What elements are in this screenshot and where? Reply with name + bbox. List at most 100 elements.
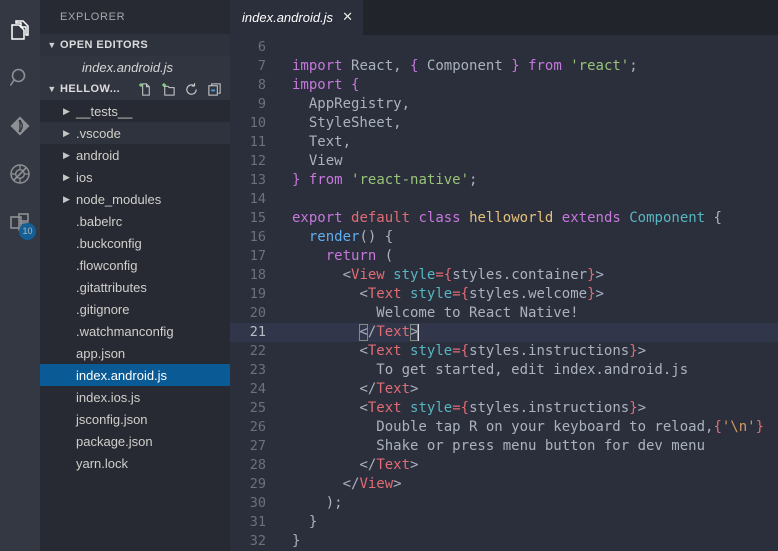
line-number: 30 [230,494,278,513]
code-token: { [461,343,469,359]
new-file-icon[interactable] [137,81,153,97]
code-token: } [309,514,317,530]
code-token: { [461,400,469,416]
code-line-content: </Text> [278,323,778,342]
code-token [402,286,410,302]
activity-item-extensions[interactable]: 10 [0,198,40,246]
tree-item[interactable]: ▶.buckconfig [40,232,230,254]
code-line: 25 <Text style={styles.instructions}> [230,399,778,418]
code-line: 12 View [230,152,778,171]
code-line: 18 <View style={styles.container}> [230,266,778,285]
code-line: 23 To get started, edit index.android.js [230,361,778,380]
code-token: } [629,400,637,416]
tree-item[interactable]: ▶jsconfig.json [40,408,230,430]
code-editor[interactable]: 67import React, { Component } from 'reac… [230,35,778,551]
code-line-content: Text, [278,133,778,152]
chevron-right-icon: ▶ [58,194,75,205]
section-open-editors-label: OPEN EDITORS [60,39,148,51]
code-token: style [410,400,452,416]
editor-area: index.android.js ✕ 67import React, { Com… [230,0,778,551]
tree-item[interactable]: ▶app.json [40,342,230,364]
code-token: { [714,210,722,226]
tree-item[interactable]: ▶android [40,144,230,166]
tree-item[interactable]: ▶.vscode [40,122,230,144]
editor-tabs: index.android.js ✕ [230,0,778,35]
new-folder-icon[interactable] [160,81,176,97]
close-icon[interactable]: ✕ [342,11,353,24]
code-token: = [452,343,460,359]
tree-item[interactable]: ▶ios [40,166,230,188]
tree-item-label: node_modules [75,192,161,207]
tree-item-indent: ▶ [58,458,75,469]
refresh-icon[interactable] [183,81,199,97]
code-line-content: } [278,532,778,551]
code-token: from [528,58,562,74]
tree-item[interactable]: ▶.watchmanconfig [40,320,230,342]
tree-item-label: .vscode [75,126,121,141]
vscode-window: 10 EXPLORER ▼ OPEN EDITORS index.android… [0,0,778,551]
code-token [385,267,393,283]
code-token [292,324,359,340]
code-token: extends [562,210,621,226]
tree-item-indent: ▶ [58,260,75,271]
tree-item[interactable]: ▶index.android.js [40,364,230,386]
code-token: Component [427,58,503,74]
tree-item[interactable]: ▶.flowconfig [40,254,230,276]
code-line-content: } from 'react-native'; [278,171,778,190]
code-line: 32} [230,532,778,551]
tree-item[interactable]: ▶.gitattributes [40,276,230,298]
tab-label: index.android.js [242,10,333,25]
code-line: 30 ); [230,494,778,513]
code-token [503,58,511,74]
activity-item-search[interactable] [0,54,40,102]
tree-item[interactable]: ▶index.ios.js [40,386,230,408]
tree-item-indent: ▶ [58,348,75,359]
code-token: { [351,77,359,93]
code-token [343,58,351,74]
open-editor-item[interactable]: index.android.js [40,56,230,78]
tab-index-android-js[interactable]: index.android.js ✕ [230,0,364,35]
code-token: ( [385,248,393,264]
code-line: 11 Text, [230,133,778,152]
code-token [292,400,359,416]
code-token: render [309,229,360,245]
section-workspace[interactable]: ▼ HELLOW... [40,78,230,100]
tree-item[interactable]: ▶.babelrc [40,210,230,232]
code-token: styles.instructions [469,343,629,359]
code-token: , [343,134,351,150]
tree-item[interactable]: ▶.gitignore [40,298,230,320]
activity-item-debug[interactable] [0,150,40,198]
code-token: styles.container [452,267,587,283]
chevron-right-icon: ▶ [58,128,75,139]
tree-item[interactable]: ▶package.json [40,430,230,452]
tree-item-label: index.android.js [75,368,167,383]
tree-item[interactable]: ▶__tests__ [40,100,230,122]
chevron-right-icon: ▶ [58,150,75,161]
code-line: 24 </Text> [230,380,778,399]
collapse-all-icon[interactable] [206,81,222,97]
line-number: 26 [230,418,278,437]
tree-item-label: .gitattributes [75,280,147,295]
tree-item-label: android [75,148,119,163]
tree-item[interactable]: ▶yarn.lock [40,452,230,474]
code-line-content: render() { [278,228,778,247]
code-token [376,248,384,264]
code-line-content: <Text style={styles.instructions}> [278,399,778,418]
line-number: 23 [230,361,278,380]
section-open-editors[interactable]: ▼ OPEN EDITORS [40,34,230,56]
tree-item[interactable]: ▶node_modules [40,188,230,210]
text-cursor [418,324,419,341]
line-number: 29 [230,475,278,494]
tree-item-indent: ▶ [58,282,75,293]
code-token [292,153,309,169]
activity-item-explorer[interactable] [0,6,40,54]
line-number: 7 [230,57,278,76]
line-number: 31 [230,513,278,532]
code-line: 22 <Text style={styles.instructions}> [230,342,778,361]
tree-item-label: ios [75,170,93,185]
code-line: 27 Shake or press menu button for dev me… [230,437,778,456]
code-line: 31 } [230,513,778,532]
activity-item-source-control[interactable] [0,102,40,150]
line-number: 16 [230,228,278,247]
tree-item-label: package.json [75,434,153,449]
